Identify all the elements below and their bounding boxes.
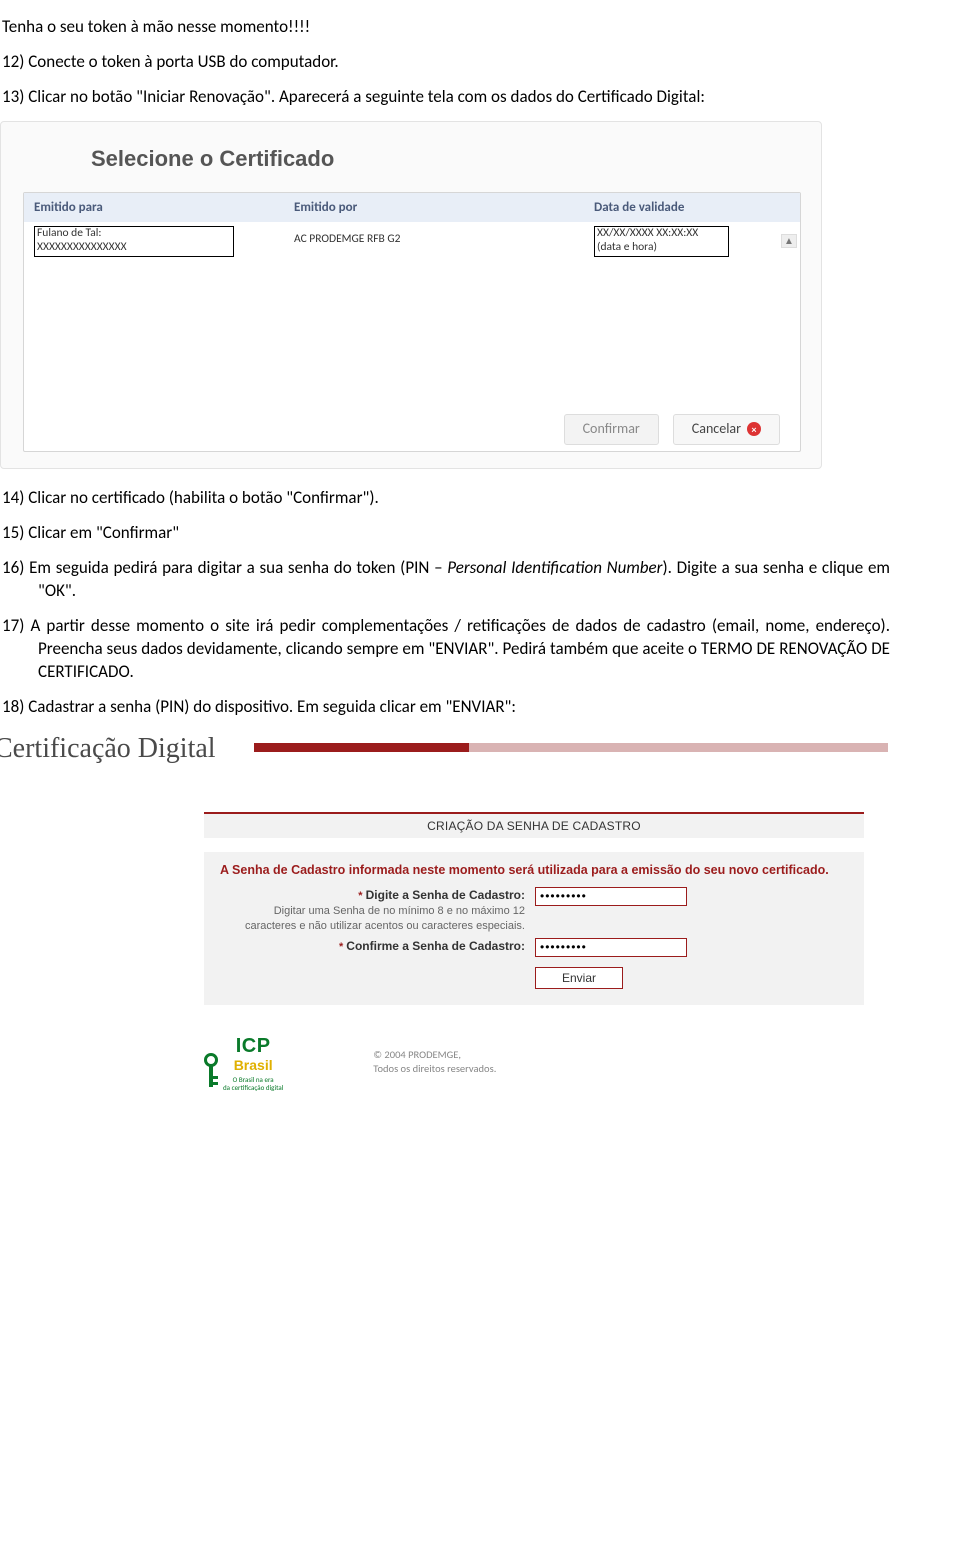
- col-data-validade[interactable]: Data de validade: [584, 193, 800, 223]
- step-13: 13) Clicar no botão "Iniciar Renovação".…: [2, 86, 890, 109]
- certificate-table: Emitido para Emitido por Data de validad…: [23, 192, 801, 452]
- copyright-text: © 2004 PRODEMGE, Todos os direitos reser…: [373, 1048, 496, 1075]
- col-emitido-para[interactable]: Emitido para: [24, 193, 284, 223]
- certificate-select-dialog: S Selecione o Certificado ▲ Emitido para…: [0, 121, 822, 469]
- send-button[interactable]: Enviar: [535, 967, 623, 989]
- password-label: Digite a Senha de Cadastro:: [366, 888, 525, 902]
- scroll-up-arrow[interactable]: ▲: [781, 234, 797, 248]
- step-18: 18) Cadastrar a senha (PIN) do dispositi…: [2, 696, 890, 719]
- token-warning-heading: Tenha o seu token à mão nesse momento!!!…: [2, 16, 890, 39]
- password-warning-text: A Senha de Cadastro informada neste mome…: [220, 862, 848, 879]
- table-row[interactable]: Fulano de Tal: XXXXXXXXXXXXXXX AC PRODEM…: [24, 222, 800, 272]
- data-validade-value: XX/XX/XXXX XX:XX:XX (data e hora): [594, 226, 729, 257]
- password-form: A Senha de Cadastro informada neste mome…: [204, 852, 864, 1005]
- dialog-title: Selecione o Certificado: [1, 122, 821, 192]
- key-icon: [204, 1053, 218, 1091]
- emitido-por-value: AC PRODEMGE RFB G2: [284, 224, 584, 272]
- icp-brasil-logo: ICP Brasil O Brasil na era da certificaç…: [204, 1033, 283, 1091]
- table-header-row: Emitido para Emitido por Data de validad…: [24, 193, 800, 223]
- emitido-para-value: Fulano de Tal: XXXXXXXXXXXXXXX: [34, 226, 234, 257]
- header-divider-bar: [254, 743, 888, 752]
- password-hint: Digitar uma Senha de no mínimo 8 e no má…: [220, 904, 525, 934]
- confirm-password-label: Confirme a Senha de Cadastro:: [346, 939, 525, 953]
- close-icon: ×: [747, 422, 761, 436]
- password-input[interactable]: •••••••••: [535, 887, 687, 906]
- cancel-button[interactable]: Cancelar ×: [673, 414, 780, 445]
- confirm-password-input[interactable]: •••••••••: [535, 938, 687, 957]
- step-12: 12) Conecte o token à porta USB do compu…: [2, 51, 890, 74]
- confirm-button[interactable]: Confirmar: [564, 414, 659, 445]
- step-17: 17) A partir desse momento o site irá pe…: [2, 615, 890, 684]
- col-emitido-por[interactable]: Emitido por: [284, 193, 584, 223]
- brand-logo-text: Certificação Digital: [0, 730, 216, 768]
- form-section-title: CRIAÇÃO DA SENHA DE CADASTRO: [204, 812, 864, 838]
- step-14: 14) Clicar no certificado (habilita o bo…: [2, 487, 890, 510]
- step-16: 16) Em seguida pedirá para digitar a sua…: [2, 557, 890, 603]
- certificacao-digital-screenshot: ~◉ Certificação Digital CRIAÇÃO DA SENHA…: [0, 730, 888, 1090]
- step-15: 15) Clicar em "Confirmar": [2, 522, 890, 545]
